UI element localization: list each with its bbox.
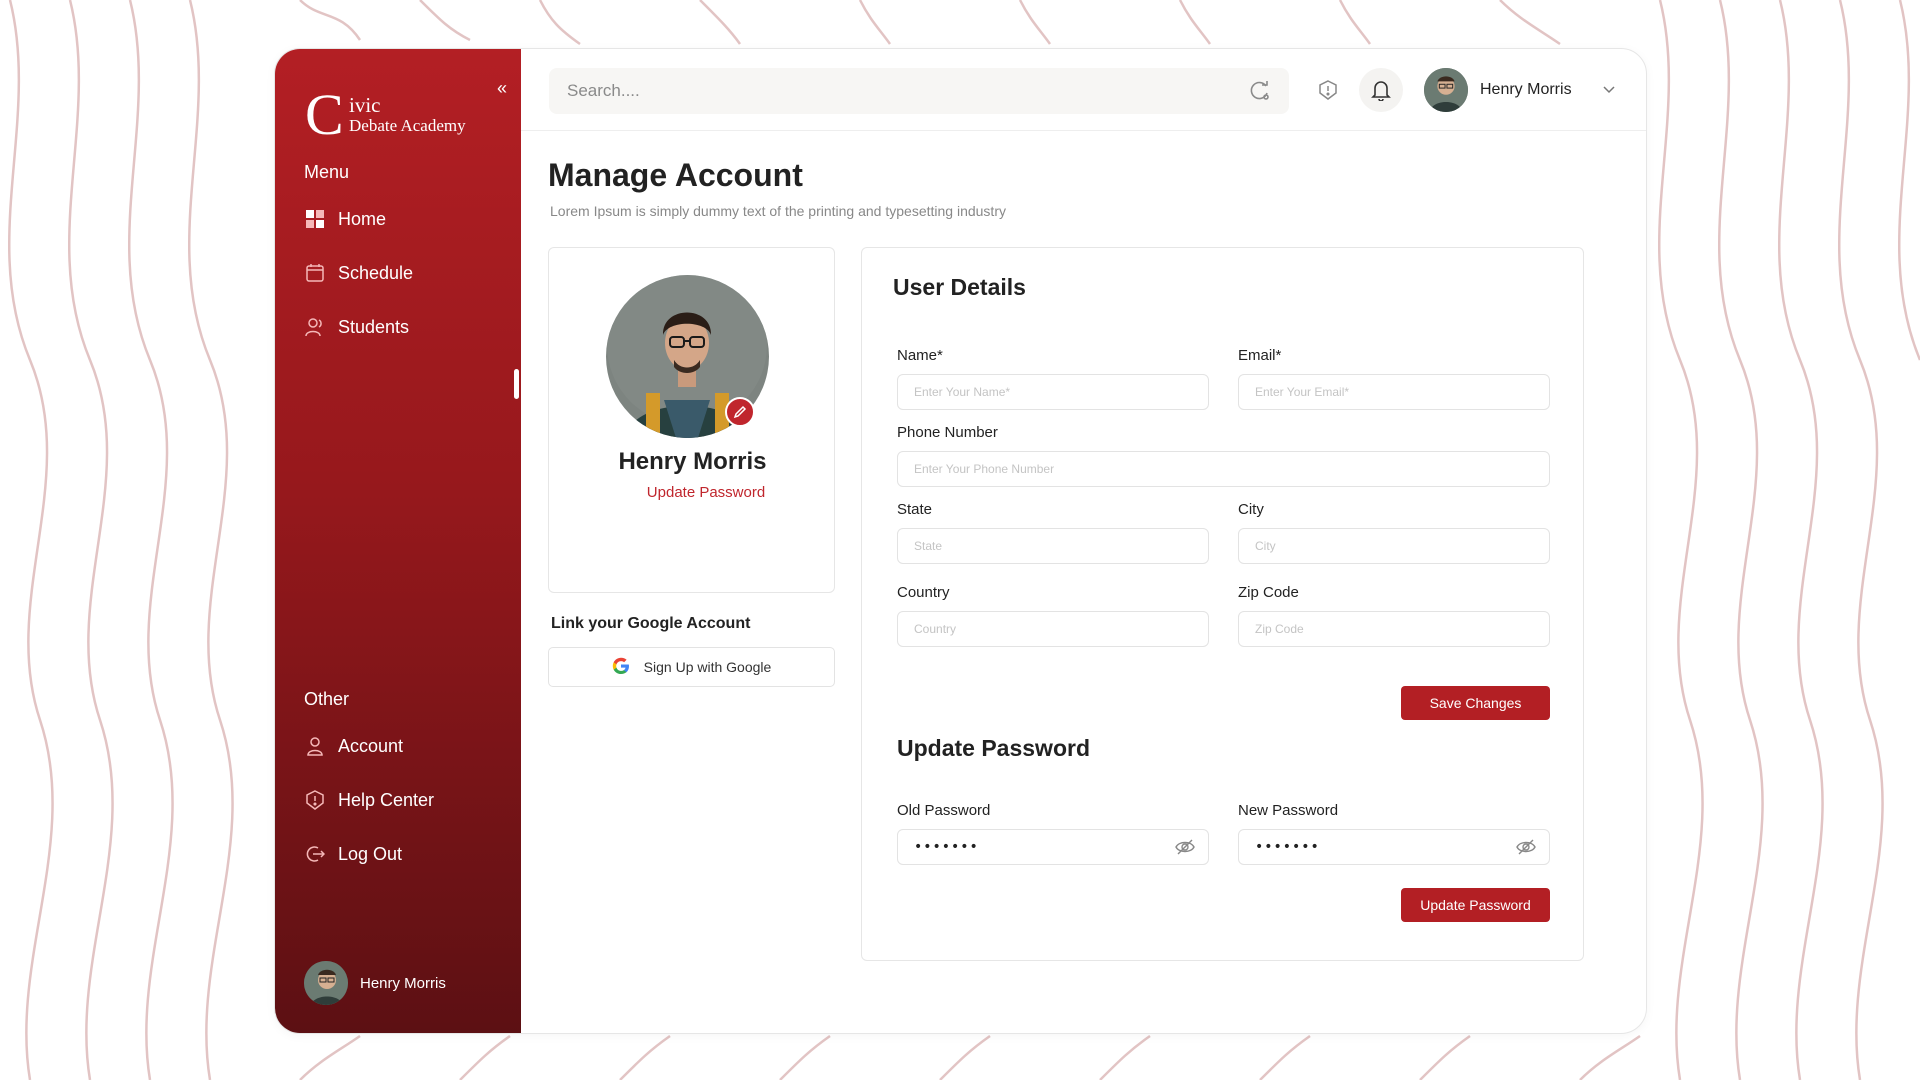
avatar [304, 961, 348, 1005]
save-changes-button[interactable]: Save Changes [1401, 686, 1550, 720]
user-icon [304, 735, 326, 757]
city-field[interactable] [1238, 528, 1550, 564]
update-password-link[interactable]: Update Password [549, 484, 836, 501]
sidebar-item-label: Log Out [338, 843, 403, 864]
new-password-label: New Password [1238, 802, 1339, 819]
eye-off-icon[interactable] [1516, 838, 1536, 856]
logo-line2: Debate Academy [349, 116, 466, 135]
country-field[interactable] [897, 611, 1209, 647]
user-details-card: User Details Name* Email* Phone Number S… [861, 247, 1584, 961]
sidebar-item-account[interactable]: Account [304, 732, 403, 760]
page-subtitle: Lorem Ipsum is simply dummy text of the … [550, 203, 1006, 219]
topbar: Henry Morris [521, 49, 1646, 131]
app-window: C ivic Debate Academy « Menu Home Schedu… [274, 48, 1647, 1034]
calendar-icon [304, 262, 326, 284]
state-field[interactable] [897, 528, 1209, 564]
logo-line1: ivic [349, 93, 381, 117]
new-password-field[interactable] [1238, 829, 1550, 865]
edit-photo-button[interactable] [725, 397, 755, 427]
country-label: Country [897, 584, 950, 601]
sidebar-item-label: Students [338, 316, 410, 337]
update-password-title: Update Password [897, 735, 1090, 761]
phone-field[interactable] [897, 451, 1550, 487]
old-password-label: Old Password [897, 802, 991, 819]
zip-code-field[interactable] [1238, 611, 1550, 647]
shield-icon[interactable] [1306, 68, 1350, 112]
old-password-wrapper [897, 829, 1209, 865]
sidebar-item-help-center[interactable]: Help Center [304, 786, 434, 814]
bell-icon[interactable] [1359, 68, 1403, 112]
sidebar-item-label: Home [338, 208, 387, 229]
phone-label: Phone Number [897, 424, 998, 441]
grid-icon [304, 208, 326, 230]
profile-name: Henry Morris [618, 448, 767, 475]
sidebar-item-home[interactable]: Home [304, 205, 386, 233]
chevron-down-icon[interactable] [1602, 81, 1616, 99]
sidebar: C ivic Debate Academy « Menu Home Schedu… [275, 49, 521, 1033]
user-menu[interactable]: Henry Morris [1424, 68, 1616, 112]
menu-heading: Menu [304, 162, 350, 182]
user-details-title: User Details [893, 274, 1026, 300]
search-box[interactable] [549, 68, 1289, 114]
state-label: State [897, 501, 933, 518]
sidebar-item-label: Account [338, 735, 404, 756]
profile-card: Henry Morris Update Password [548, 247, 835, 593]
other-heading: Other [304, 689, 350, 709]
sidebar-item-schedule[interactable]: Schedule [304, 259, 413, 287]
eye-off-icon[interactable] [1175, 838, 1195, 856]
email-label: Email* [1238, 347, 1282, 364]
sidebar-user[interactable]: Henry Morris [304, 961, 446, 1005]
update-password-button[interactable]: Update Password [1401, 888, 1550, 922]
sidebar-item-students[interactable]: Students [304, 313, 409, 341]
zip-code-label: Zip Code [1238, 584, 1299, 601]
page-title: Manage Account [548, 157, 803, 193]
google-button-label: Sign Up with Google [643, 659, 772, 675]
avatar [1424, 68, 1468, 112]
brand-logo[interactable]: C ivic Debate Academy [305, 82, 485, 147]
topbar-user-name: Henry Morris [1480, 81, 1572, 98]
logo-letter: C [305, 82, 344, 147]
pencil-icon [733, 405, 747, 419]
google-icon [612, 657, 630, 678]
logout-icon [304, 843, 326, 865]
google-signup-button[interactable]: Sign Up with Google [548, 647, 835, 687]
chevrons-left-icon[interactable]: « [497, 79, 507, 97]
old-password-field[interactable] [897, 829, 1209, 865]
search-icon[interactable] [1249, 80, 1271, 102]
name-label: Name* [897, 347, 943, 364]
link-google-title: Link your Google Account [551, 615, 751, 632]
search-input[interactable] [549, 81, 1209, 101]
city-label: City [1238, 501, 1264, 518]
sidebar-item-label: Help Center [338, 789, 435, 810]
sidebar-user-name: Henry Morris [360, 974, 446, 992]
email-field[interactable] [1238, 374, 1550, 410]
shield-icon [304, 789, 326, 811]
name-field[interactable] [897, 374, 1209, 410]
sidebar-item-label: Schedule [338, 262, 414, 283]
users-icon [304, 316, 326, 338]
sidebar-scrollbar[interactable] [514, 369, 519, 399]
new-password-wrapper [1238, 829, 1550, 865]
sidebar-item-log-out[interactable]: Log Out [304, 840, 402, 868]
